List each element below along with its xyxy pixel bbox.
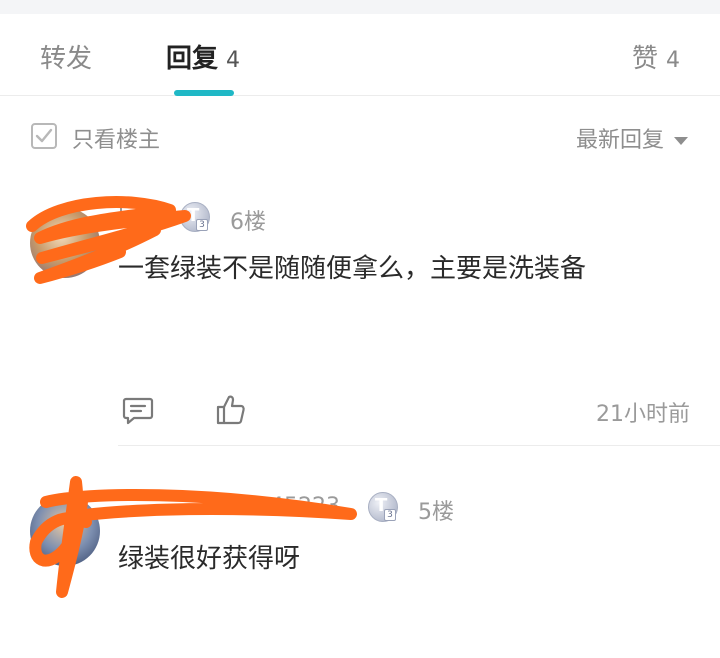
tab-reply-label: 回复 bbox=[166, 44, 219, 74]
status-strip bbox=[0, 0, 720, 14]
sort-dropdown[interactable]: 最新回复 bbox=[576, 122, 688, 154]
username[interactable]: kun bbox=[118, 204, 158, 229]
tab-forward-label: 转发 bbox=[40, 44, 93, 74]
level-badge-icon: T 3 bbox=[368, 492, 398, 522]
thumbs-up-icon[interactable] bbox=[216, 394, 246, 426]
tab-reply[interactable]: 回复 4 bbox=[166, 38, 240, 75]
reply-time: 21小时前 bbox=[596, 402, 690, 427]
filter-row: 只看楼主 最新回复 bbox=[0, 96, 720, 178]
only-author-label[interactable]: 只看楼主 bbox=[72, 122, 160, 154]
tab-bar: 转发 回复 4 赞4 bbox=[0, 14, 720, 96]
level-badge-icon: T 3 bbox=[180, 202, 210, 232]
reply-item: 45223 T 3 5楼 绿装很好获得呀 bbox=[0, 446, 720, 658]
only-author-checkbox[interactable] bbox=[31, 123, 57, 149]
badge-level: 3 bbox=[384, 509, 396, 521]
tab-like-count: 4 bbox=[666, 48, 680, 73]
tab-like[interactable]: 赞4 bbox=[632, 38, 680, 75]
check-icon bbox=[35, 128, 53, 143]
reply-item: kun T 3 6楼 一套绿装不是随随便拿么，主要是洗装备 21小时前 bbox=[0, 178, 720, 446]
caret-down-icon bbox=[674, 137, 688, 145]
tab-like-label: 赞 bbox=[631, 44, 658, 74]
username[interactable]: 45223 bbox=[270, 494, 340, 519]
reply-content[interactable]: 一套绿装不是随随便拿么，主要是洗装备 bbox=[118, 248, 586, 285]
avatar[interactable] bbox=[30, 496, 100, 566]
tab-reply-count: 4 bbox=[226, 48, 241, 73]
floor-number: 5楼 bbox=[418, 500, 454, 525]
comment-icon[interactable] bbox=[122, 396, 154, 426]
avatar[interactable] bbox=[30, 208, 100, 278]
floor-number: 6楼 bbox=[230, 210, 266, 235]
reply-actions: 21小时前 bbox=[118, 392, 720, 432]
sort-label: 最新回复 bbox=[575, 128, 664, 153]
reply-content[interactable]: 绿装很好获得呀 bbox=[118, 538, 300, 575]
badge-level: 3 bbox=[196, 219, 208, 231]
tab-forward[interactable]: 转发 bbox=[40, 38, 92, 75]
